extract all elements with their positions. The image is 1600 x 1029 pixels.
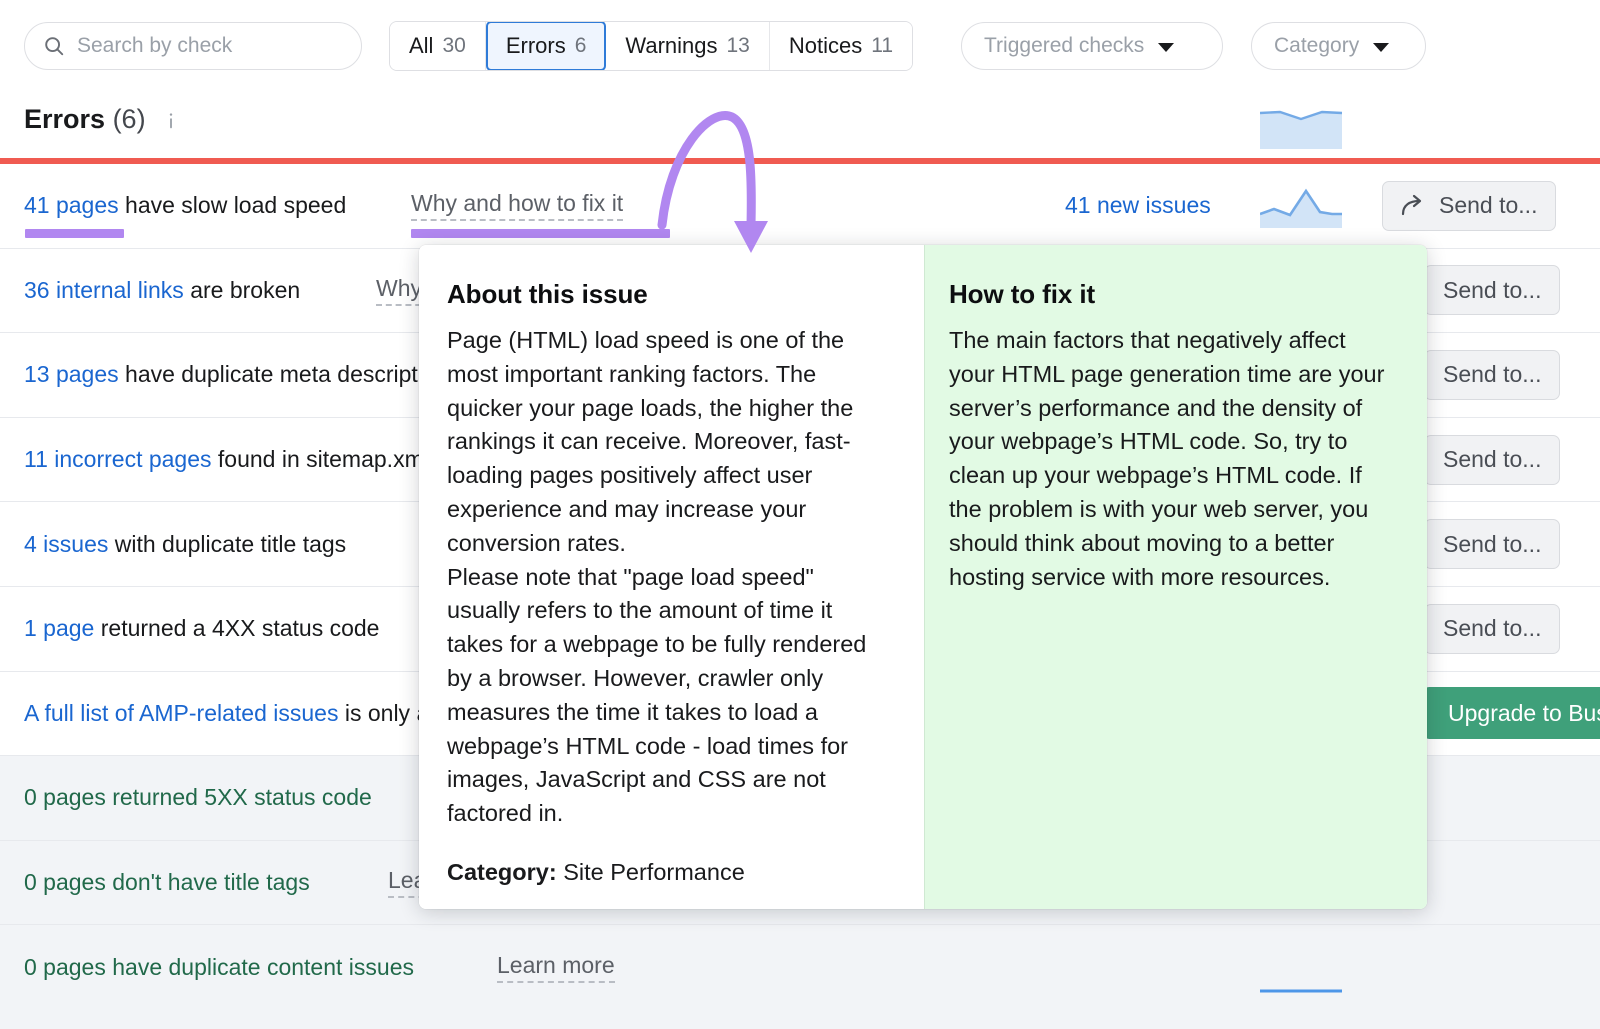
issue-title: 11 incorrect pages found in sitemap.xml — [24, 446, 429, 473]
issue-title-rest: found in sitemap.xml — [212, 446, 429, 472]
filters-toolbar: All 30 Errors 6 Warnings 13 Notices 11 T… — [0, 0, 1600, 92]
table-row[interactable]: 0 pages have duplicate content issues Le… — [0, 925, 1600, 1010]
tab-all[interactable]: All 30 — [390, 22, 486, 70]
send-to-label: Send to... — [1443, 615, 1541, 642]
about-this-issue-paragraph-1: Page (HTML) load speed is one of the mos… — [447, 324, 886, 561]
issue-title-rest: have duplicate meta descriptions — [119, 361, 460, 387]
new-issues-link[interactable]: 41 new issues — [1065, 192, 1211, 219]
issue-title: 1 page returned a 4XX status code — [24, 615, 379, 642]
tab-notices-count: 11 — [871, 34, 893, 58]
highlight-mark-pages-link — [25, 229, 124, 238]
search-input[interactable] — [77, 34, 332, 58]
send-to-button[interactable]: Send to... — [1424, 265, 1560, 315]
tab-all-count: 30 — [442, 34, 465, 58]
tab-notices[interactable]: Notices 11 — [770, 22, 912, 70]
issue-title-rest: have slow load speed — [119, 192, 347, 218]
row-sparkline-chart — [1260, 184, 1342, 228]
tab-warnings-label: Warnings — [625, 33, 717, 59]
row-sparkline-chart — [1260, 969, 1342, 1013]
share-arrow-icon — [1401, 194, 1427, 218]
issue-title-rest: returned a 4XX status code — [94, 615, 379, 641]
why-and-how-to-fix-it-link[interactable]: Why and how to fix it — [411, 190, 623, 221]
issue-title: 0 pages returned 5XX status code — [24, 784, 372, 811]
issue-title: 13 pages have duplicate meta description… — [24, 361, 460, 388]
issue-title-rest: with duplicate title tags — [108, 531, 346, 557]
section-count: (6) — [113, 104, 146, 134]
search-by-check-box[interactable] — [24, 22, 362, 70]
learn-more-link[interactable]: Learn more — [497, 952, 615, 983]
issue-count-link[interactable]: 13 pages — [24, 361, 119, 387]
issue-title-rest: are broken — [184, 277, 300, 303]
upgrade-to-business-button[interactable]: Upgrade to Business — [1424, 687, 1600, 739]
chevron-down-icon — [1158, 43, 1174, 52]
send-to-label: Send to... — [1443, 361, 1541, 388]
category-dropdown[interactable]: Category — [1251, 22, 1426, 70]
tab-warnings[interactable]: Warnings 13 — [606, 22, 769, 70]
tab-all-label: All — [409, 33, 433, 59]
about-this-issue-heading: About this issue — [447, 279, 886, 310]
tab-errors[interactable]: Errors 6 — [486, 21, 607, 71]
send-to-button[interactable]: Send to... — [1382, 181, 1556, 231]
send-to-label: Send to... — [1439, 192, 1537, 219]
issue-category-label: Category: — [447, 859, 557, 885]
issue-title: 0 pages don't have title tags — [24, 869, 310, 896]
send-to-label: Send to... — [1443, 277, 1541, 304]
info-icon[interactable] — [160, 109, 182, 133]
category-label: Category — [1274, 34, 1359, 58]
send-to-button[interactable]: Send to... — [1424, 435, 1560, 485]
triggered-checks-label: Triggered checks — [984, 34, 1144, 58]
errors-section-header: Errors (6) — [0, 92, 1600, 160]
issue-title: 41 pages have slow load speed — [24, 192, 346, 219]
header-sparkline-chart — [1260, 105, 1342, 149]
issue-count-link[interactable]: 1 page — [24, 615, 94, 641]
issue-details-popup: About this issue Page (HTML) load speed … — [419, 245, 1427, 909]
chevron-down-icon — [1373, 43, 1389, 52]
how-to-fix-it-panel: How to fix it The main factors that nega… — [924, 245, 1427, 909]
issue-category-value: Site Performance — [563, 859, 745, 885]
issue-count-link[interactable]: 36 internal links — [24, 277, 184, 303]
issue-count-link[interactable]: 4 issues — [24, 531, 108, 557]
issue-title: 0 pages have duplicate content issues — [24, 954, 414, 981]
highlight-mark-why-link — [411, 229, 670, 238]
about-this-issue-paragraph-2: Please note that "page load speed" usual… — [447, 561, 886, 831]
send-to-button[interactable]: Send to... — [1424, 604, 1560, 654]
send-to-label: Send to... — [1443, 446, 1541, 473]
issue-title: 4 issues with duplicate title tags — [24, 531, 346, 558]
issue-count-link[interactable]: 11 incorrect pages — [24, 446, 212, 472]
tab-errors-label: Errors — [506, 33, 566, 59]
triggered-checks-dropdown[interactable]: Triggered checks — [961, 22, 1223, 70]
issue-type-tabs: All 30 Errors 6 Warnings 13 Notices 11 — [389, 21, 913, 71]
send-to-label: Send to... — [1443, 531, 1541, 558]
list-bottom-edge — [0, 1009, 1600, 1029]
send-to-button[interactable]: Send to... — [1424, 519, 1560, 569]
send-to-button[interactable]: Send to... — [1424, 350, 1560, 400]
how-to-fix-it-heading: How to fix it — [949, 279, 1393, 310]
issue-category: Category: Site Performance — [447, 859, 886, 886]
tab-notices-label: Notices — [789, 33, 862, 59]
tab-errors-count: 6 — [575, 34, 587, 58]
about-this-issue-panel: About this issue Page (HTML) load speed … — [419, 245, 924, 909]
how-to-fix-it-paragraph: The main factors that negatively affect … — [949, 324, 1393, 594]
tab-warnings-count: 13 — [727, 34, 750, 58]
issue-count-link[interactable]: 41 pages — [24, 192, 119, 218]
section-title-text: Errors — [24, 104, 105, 134]
search-icon — [43, 35, 65, 57]
seo-site-audit-issues-page: All 30 Errors 6 Warnings 13 Notices 11 T… — [0, 0, 1600, 1029]
table-row[interactable]: 41 pages have slow load speed Why and ho… — [0, 164, 1600, 249]
section-title: Errors (6) — [24, 104, 146, 135]
issue-count-link[interactable]: A full list of AMP-related issues — [24, 700, 338, 726]
issue-title: 36 internal links are broken — [24, 277, 300, 304]
